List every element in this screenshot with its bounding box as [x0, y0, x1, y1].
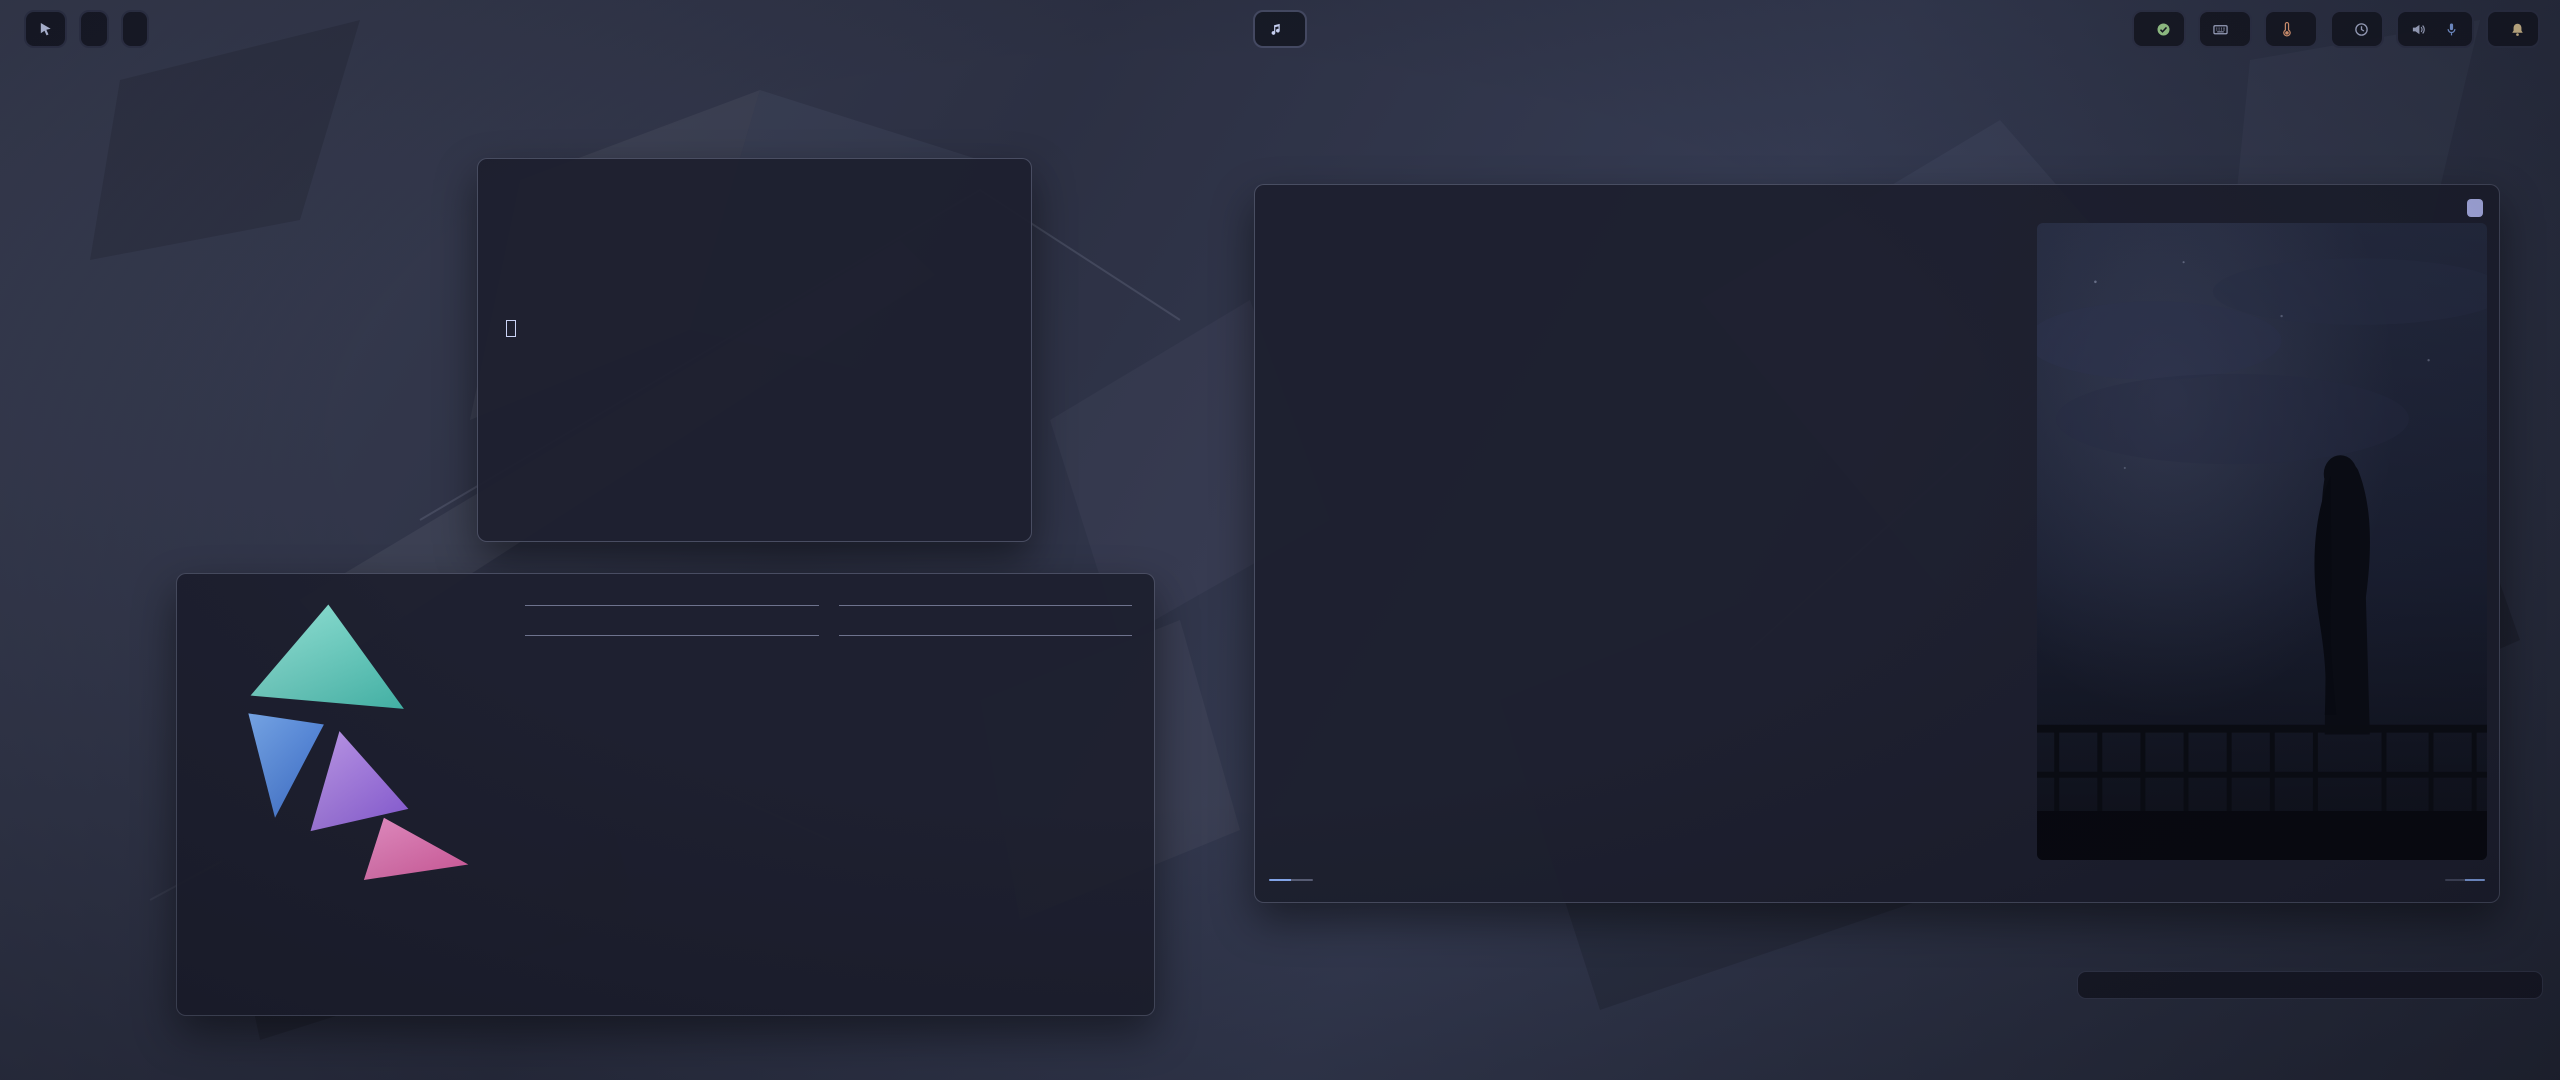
clock-icon — [2354, 22, 2369, 37]
terminal-window[interactable] — [477, 158, 1032, 542]
bar-left-modules — [24, 10, 149, 48]
top-bar — [0, 10, 2560, 52]
scroll-percent-badge — [2445, 879, 2465, 881]
software-header — [525, 624, 1132, 646]
bell-icon — [2510, 22, 2525, 37]
thermometer-icon — [2279, 22, 2294, 37]
cursor — [506, 320, 516, 337]
list-position-badge — [2465, 879, 2485, 881]
file-size-badge — [1291, 879, 1313, 881]
command-line — [498, 237, 1011, 258]
clock-module[interactable] — [2330, 10, 2384, 48]
check-circle-icon — [2156, 22, 2171, 37]
volume-module[interactable] — [2396, 10, 2474, 48]
logo-triangle-blue — [248, 713, 324, 817]
hardware-header — [525, 594, 1132, 616]
logo-triangle-teal — [251, 604, 404, 708]
bar-right-modules — [2132, 10, 2540, 48]
updates-module[interactable] — [2132, 10, 2186, 48]
listing-header — [498, 257, 1011, 278]
launcher-button[interactable] — [24, 10, 67, 48]
command-line — [498, 175, 1011, 196]
logo-triangle-mauve — [311, 731, 409, 831]
keyboard-layout-module[interactable] — [2198, 10, 2252, 48]
mode-badge — [1269, 879, 1291, 881]
notification-popup[interactable] — [2077, 971, 2543, 999]
microphone-icon — [2444, 22, 2459, 37]
cursor-arrow-icon — [38, 22, 53, 37]
keyboard-icon — [2213, 22, 2228, 37]
image-preview-pane — [2037, 223, 2487, 860]
prompt-line — [498, 216, 1011, 237]
audio-visualizer — [121, 10, 149, 48]
system-info-window[interactable] — [176, 573, 1155, 1016]
music-note-icon — [1268, 22, 1283, 37]
parent-directory-pane — [1267, 223, 1417, 860]
distro-logo — [211, 600, 479, 900]
notifications-module[interactable] — [2486, 10, 2540, 48]
speaker-icon — [2411, 22, 2426, 37]
tab-badge[interactable] — [2467, 199, 2483, 217]
workspaces-module — [79, 10, 109, 48]
temperature-module[interactable] — [2264, 10, 2318, 48]
prompt-line — [498, 298, 1011, 319]
preview-image — [2037, 223, 2487, 860]
file-manager-window[interactable] — [1254, 184, 2500, 903]
logo-triangle-pink — [364, 818, 468, 880]
file-list-pane — [1427, 223, 2027, 860]
prompt-line — [498, 319, 1011, 340]
media-module[interactable] — [1253, 10, 1307, 48]
